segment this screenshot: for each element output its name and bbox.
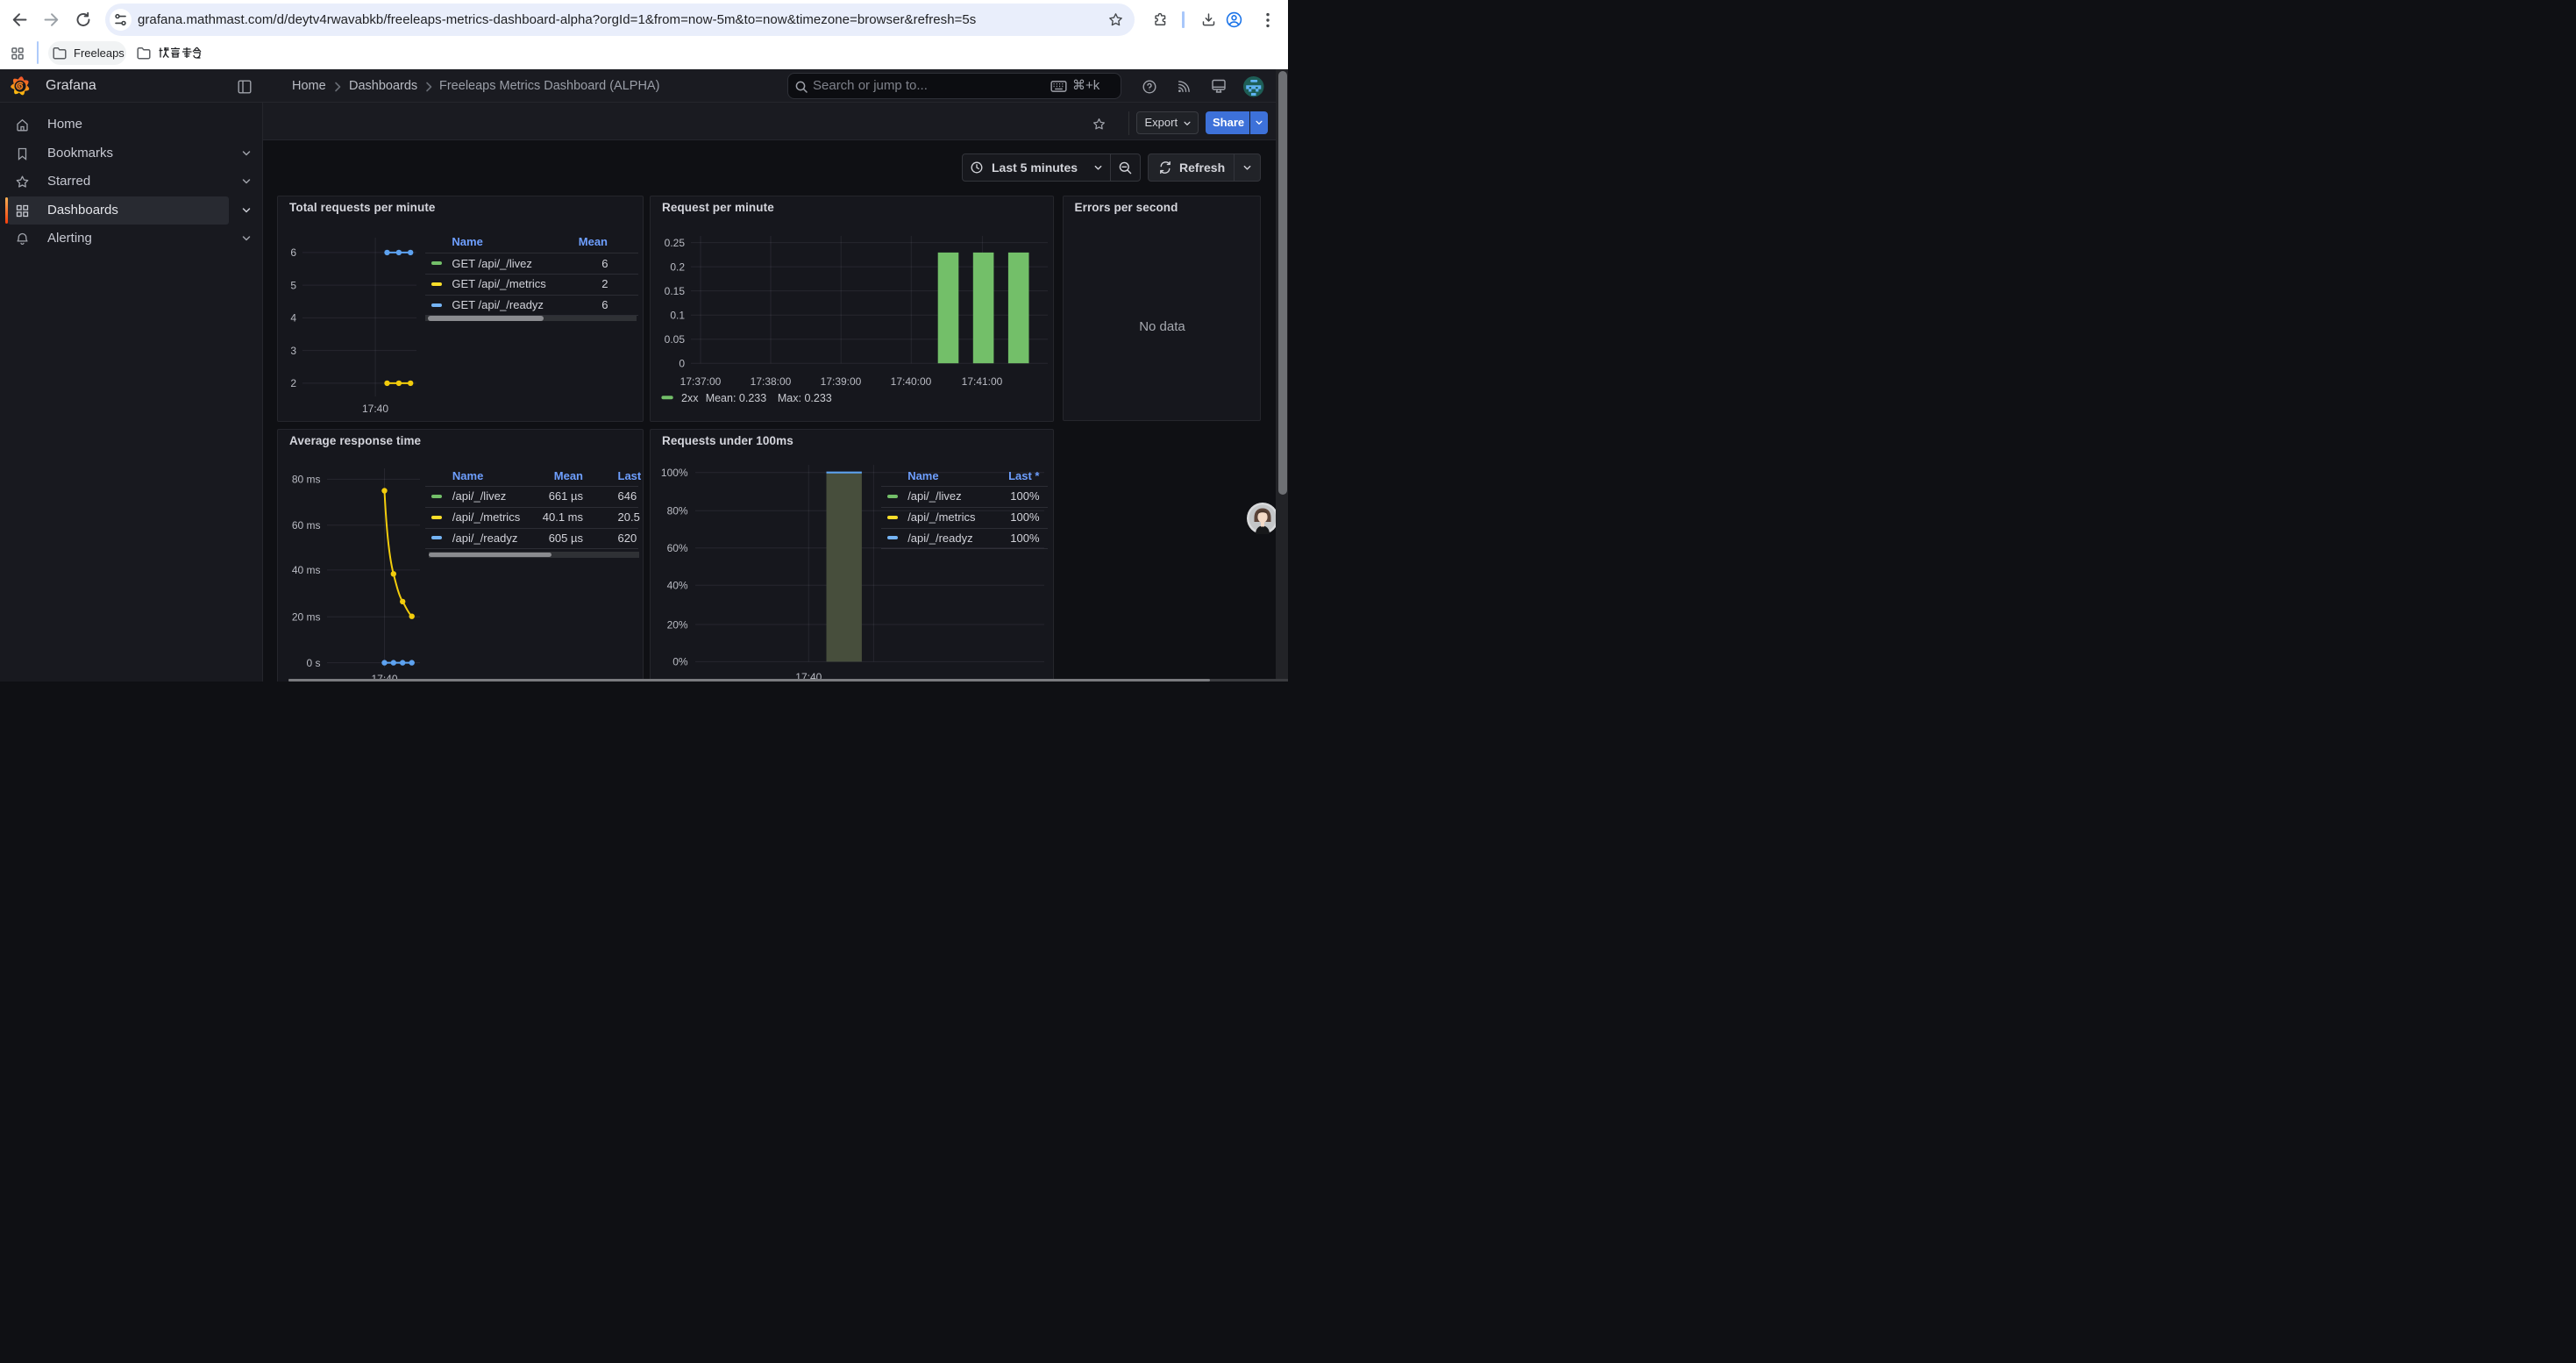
svg-text:2xx: 2xx: [681, 392, 699, 404]
svg-text:0 s: 0 s: [306, 657, 320, 669]
svg-text:6: 6: [290, 246, 296, 259]
svg-text:0%: 0%: [672, 656, 688, 668]
svg-text:3: 3: [290, 345, 296, 357]
svg-text:17:37:00: 17:37:00: [680, 375, 722, 388]
svg-text:Mean: 0.233: Mean: 0.233: [706, 392, 767, 404]
svg-text:40%: 40%: [667, 580, 688, 592]
svg-text:0: 0: [679, 358, 685, 370]
svg-text:60%: 60%: [667, 542, 688, 554]
svg-text:0.25: 0.25: [665, 237, 686, 249]
svg-text:5: 5: [290, 279, 296, 291]
svg-text:17:41:00: 17:41:00: [962, 375, 1003, 388]
svg-text:17:39:00: 17:39:00: [821, 375, 862, 388]
svg-text:17:40:00: 17:40:00: [891, 375, 932, 388]
svg-text:0.2: 0.2: [670, 260, 685, 273]
svg-text:60 ms: 60 ms: [292, 519, 321, 532]
svg-text:0.05: 0.05: [665, 333, 686, 346]
svg-text:20 ms: 20 ms: [292, 611, 321, 624]
svg-text:100%: 100%: [661, 467, 688, 479]
svg-text:80%: 80%: [667, 505, 688, 517]
svg-text:40 ms: 40 ms: [292, 564, 321, 576]
svg-text:4: 4: [290, 312, 296, 325]
svg-text:17:38:00: 17:38:00: [751, 375, 792, 388]
svg-text:80 ms: 80 ms: [292, 474, 321, 486]
svg-text:0.1: 0.1: [670, 310, 685, 322]
svg-text:20%: 20%: [667, 618, 688, 631]
svg-text:2: 2: [290, 377, 296, 389]
svg-text:0.15: 0.15: [665, 285, 686, 297]
svg-text:17:40: 17:40: [362, 403, 388, 415]
svg-text:Max: 0.233: Max: 0.233: [778, 392, 832, 404]
